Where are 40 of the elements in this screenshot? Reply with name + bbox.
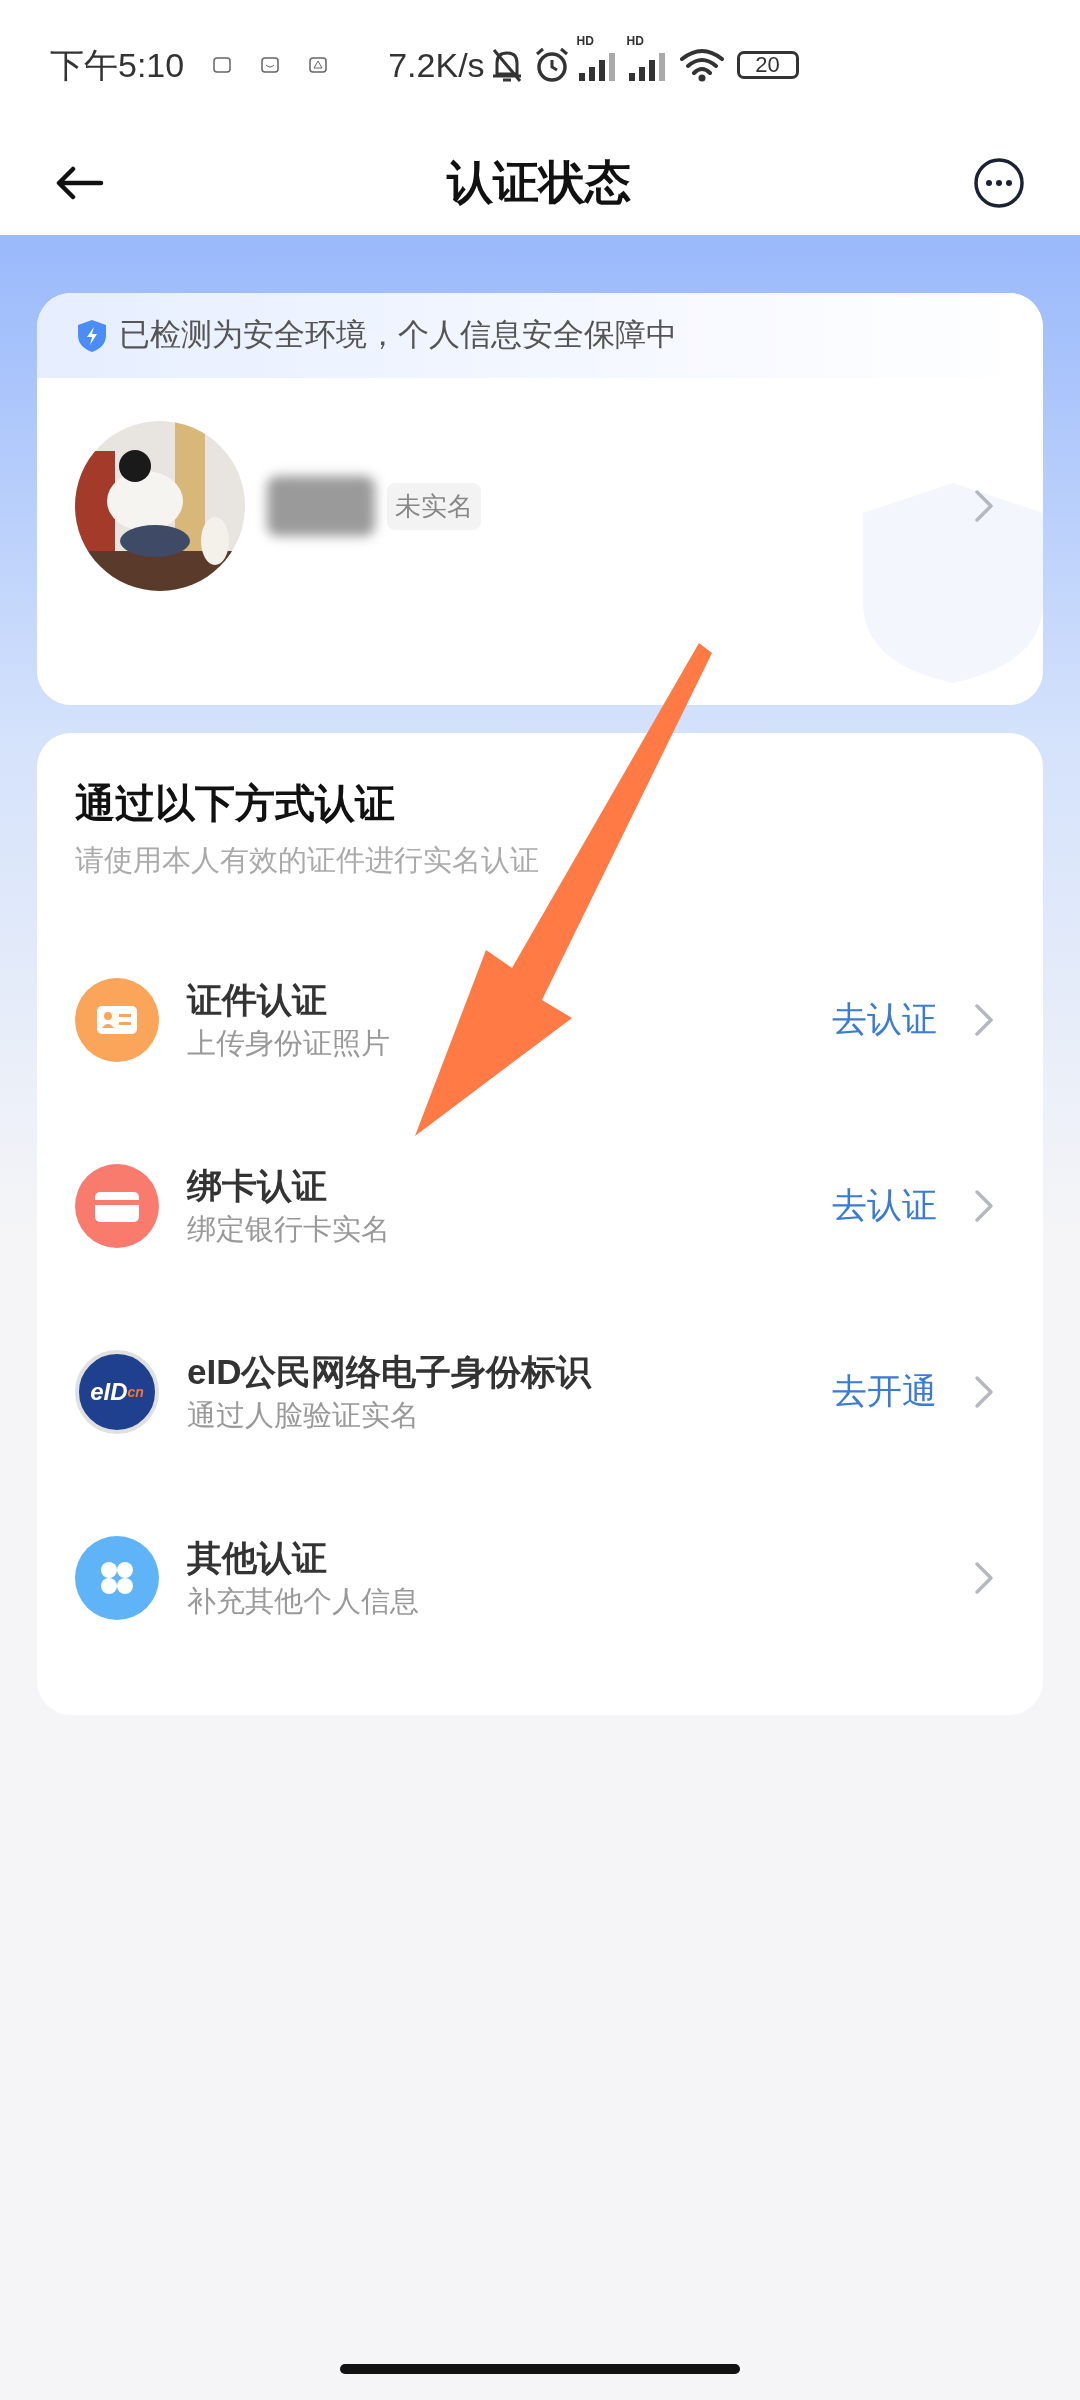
network-speed: 7.2K/s xyxy=(388,44,485,86)
more-icon[interactable] xyxy=(973,156,1025,209)
profile-card[interactable]: 已检测为安全环境，个人信息安全保障中 未实名 xyxy=(37,293,1043,705)
method-subtitle: 上传身份证照片 xyxy=(187,1025,390,1061)
page-title: 认证状态 xyxy=(447,155,631,210)
network-type-label: HD xyxy=(576,35,594,47)
chevron-right-icon xyxy=(973,488,995,524)
action-link[interactable]: 去开通 xyxy=(832,1365,937,1418)
wifi-icon xyxy=(678,47,725,83)
eid-logo-icon: eIDcn xyxy=(75,1349,159,1434)
method-title: 绑卡认证 xyxy=(187,1164,328,1207)
chevron-right-icon xyxy=(973,1373,995,1410)
method-subtitle: 通过人脸验证实名 xyxy=(187,1397,420,1433)
action-link[interactable]: 去认证 xyxy=(832,1179,937,1232)
security-notice: 已检测为安全环境，个人信息安全保障中 xyxy=(119,316,677,355)
chevron-right-icon xyxy=(973,1187,995,1224)
clover-icon xyxy=(75,1535,159,1620)
shield-icon xyxy=(77,318,107,353)
method-row[interactable]: 绑卡认证 绑定银行卡实名 去认证 xyxy=(75,1112,1005,1299)
id-card-icon xyxy=(75,977,159,1062)
smiley-icon xyxy=(260,55,281,75)
method-subtitle: 绑定银行卡实名 xyxy=(187,1211,390,1247)
network-type-label: HD xyxy=(626,35,644,47)
method-title: 其他认证 xyxy=(187,1536,328,1579)
back-arrow-icon[interactable] xyxy=(55,165,105,200)
verification-status-tag: 未实名 xyxy=(387,482,481,530)
method-row[interactable]: 其他认证 补充其他个人信息 xyxy=(75,1484,1005,1671)
method-subtitle: 补充其他个人信息 xyxy=(187,1583,419,1619)
status-time: 下午5:10 xyxy=(50,44,185,86)
method-title: 证件认证 xyxy=(187,978,328,1021)
notification-icon xyxy=(212,55,233,75)
chevron-right-icon xyxy=(973,1001,995,1038)
bank-card-icon xyxy=(75,1163,159,1248)
method-row[interactable]: eIDcn eID公民网络电子身份标识 通过人脸验证实名 去开通 xyxy=(75,1298,1005,1485)
methods-subtitle: 请使用本人有效的证件进行实名认证 xyxy=(75,843,540,878)
action-link[interactable]: 去认证 xyxy=(832,993,937,1046)
method-title: eID公民网络电子身份标识 xyxy=(187,1350,592,1393)
methods-title: 通过以下方式认证 xyxy=(75,780,396,827)
chevron-right-icon xyxy=(973,1559,995,1596)
battery-indicator: 20 xyxy=(736,51,799,79)
